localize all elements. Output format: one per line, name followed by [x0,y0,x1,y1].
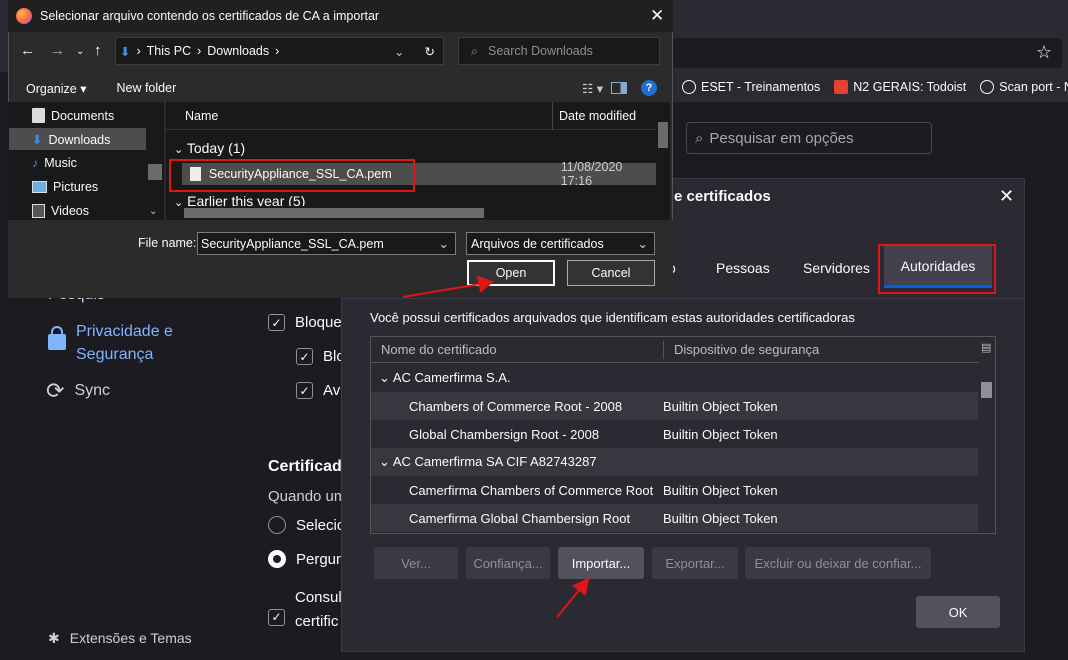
annotation-arrows [402,275,590,618]
arrow-head [476,275,495,293]
arrow-to-open [402,283,481,298]
arrow-head [572,577,590,596]
arrow-to-import [556,588,581,618]
